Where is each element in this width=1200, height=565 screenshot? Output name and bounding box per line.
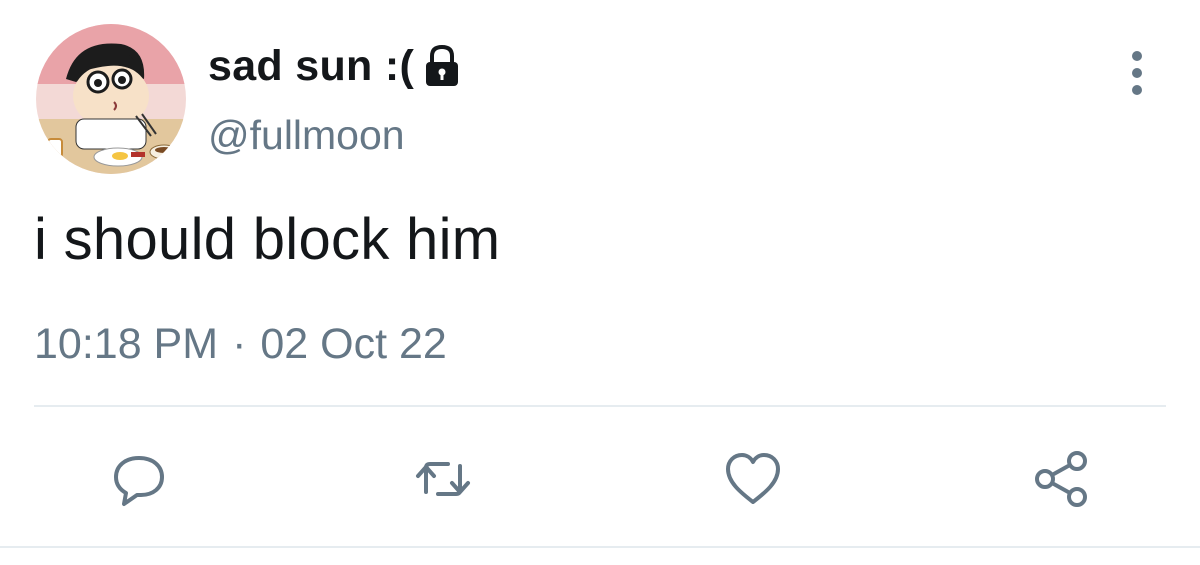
- user-handle[interactable]: @fullmoon: [208, 112, 405, 159]
- tweet-timestamp[interactable]: 10:18 PM · 02 Oct 22: [34, 320, 447, 369]
- display-name[interactable]: sad sun :(: [208, 42, 414, 91]
- retweet-icon: [416, 462, 470, 496]
- tweet-date: 02 Oct 22: [260, 320, 447, 368]
- tweet-card: sad sun :( @fullmoon i should block him …: [0, 0, 1200, 565]
- share-icon: [1035, 451, 1087, 507]
- bottom-divider: [0, 546, 1200, 548]
- display-name-row[interactable]: sad sun :(: [208, 36, 464, 96]
- retweet-button[interactable]: [412, 448, 474, 510]
- divider: [34, 405, 1166, 407]
- heart-icon: [726, 453, 780, 504]
- tweet-time: 10:18 PM: [34, 320, 219, 368]
- share-button[interactable]: [1030, 448, 1092, 510]
- reply-icon: [114, 456, 164, 506]
- tweet-text: i should block him: [34, 207, 501, 272]
- reply-button[interactable]: [108, 448, 170, 510]
- avatar-image: [36, 24, 186, 174]
- timestamp-separator: ·: [232, 320, 247, 368]
- avatar[interactable]: [36, 24, 186, 174]
- action-bar: [0, 440, 1200, 520]
- like-button[interactable]: [722, 448, 784, 510]
- more-vertical-icon[interactable]: [1122, 48, 1152, 98]
- lock-icon: [420, 42, 464, 90]
